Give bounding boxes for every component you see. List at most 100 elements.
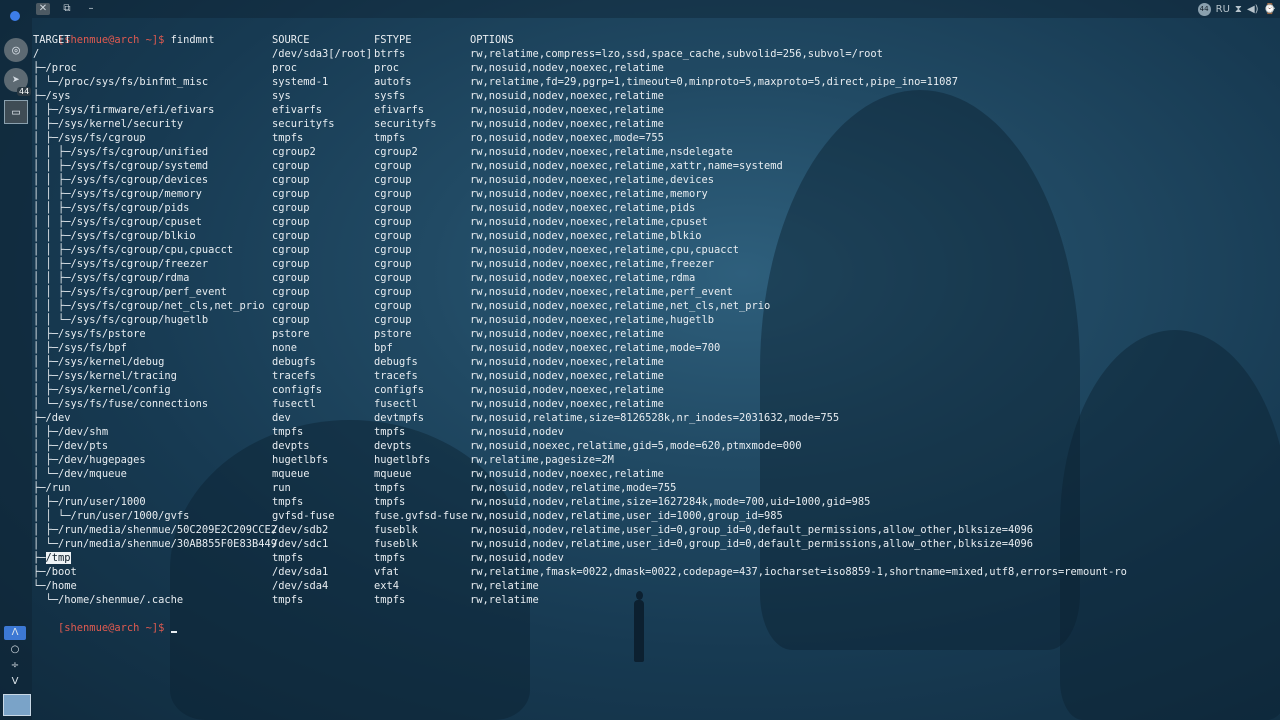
row-source: cgroup2 <box>272 146 316 158</box>
header-fstype: FSTYPE <box>374 34 412 46</box>
row-options: rw,nosuid,nodev,noexec,relatime,xattr,na… <box>470 160 783 172</box>
row-target: │ ├─/sys/kernel/tracing <box>33 370 177 382</box>
table-row: └─/home/shenmue/.cache tmpfs tmpfs rw,relat… <box>33 593 1273 607</box>
terminal-app-icon[interactable]: ▭ <box>4 100 28 124</box>
row-fstype: autofs <box>374 76 412 88</box>
row-options: rw,nosuid,nodev,relatime,user_id=0,group… <box>470 524 1034 536</box>
terminal-output[interactable]: [shenmue@arch ~]$ findmnt TARGET SOURCE … <box>33 19 1273 634</box>
final-prompt-line[interactable]: [shenmue@arch ~]$ <box>33 607 1273 634</box>
language-indicator[interactable]: RU <box>1216 4 1230 15</box>
row-options: rw,nosuid,nodev,relatime,user_id=1000,gr… <box>470 510 783 522</box>
row-fstype: cgroup <box>374 160 412 172</box>
row-target: │ │ ├─/sys/fs/cgroup/pids <box>33 202 190 214</box>
row-fstype: tmpfs <box>374 482 406 494</box>
row-target: │ └─/sys/fs/fuse/connections <box>33 398 209 410</box>
system-tray: 44 RU ⧗ ◀) ⌚ <box>1197 0 1280 18</box>
row-target: ├─/dev <box>33 412 71 424</box>
table-row: │ └─/dev/mqueue mqueue mqueue rw,nosuid,nod… <box>33 467 1273 481</box>
row-source: /dev/sdc1 <box>272 538 329 550</box>
row-target: │ │ ├─/sys/fs/cgroup/freezer <box>33 258 209 270</box>
desktop-preview[interactable] <box>3 694 31 716</box>
row-fstype: devtmpfs <box>374 412 425 424</box>
row-source: cgroup <box>272 174 310 186</box>
minimize-icon[interactable]: – <box>84 3 98 15</box>
row-source: cgroup <box>272 202 310 214</box>
table-row: │ └─/run/media/shenmue/30AB855F0E83B449/… <box>33 537 1273 551</box>
row-fstype: fuseblk <box>374 538 418 550</box>
row-source: /dev/sda4 <box>272 580 329 592</box>
row-fstype: cgroup <box>374 272 412 284</box>
table-header: TARGET SOURCE FSTYPE OPTIONS <box>33 33 1273 47</box>
table-row: │ │ ├─/sys/fs/cgroup/blkio cgroup cgroup rw… <box>33 229 1273 243</box>
row-fstype: fusectl <box>374 398 418 410</box>
table-row: │ │ ├─/sys/fs/cgroup/pids cgroup cgroup rw,… <box>33 201 1273 215</box>
header-options: OPTIONS <box>470 34 514 46</box>
row-options: rw,nosuid,nodev,noexec,relatime,cpu,cpua… <box>470 244 739 256</box>
row-source: hugetlbfs <box>272 454 329 466</box>
row-options: rw,nosuid,nodev,noexec,relatime <box>470 398 664 410</box>
row-fstype: cgroup <box>374 286 412 298</box>
row-target: │ ├─/dev/pts <box>33 440 109 452</box>
table-row: │ │ ├─/sys/fs/cgroup/devices cgroup cgroup… <box>33 173 1273 187</box>
row-options: rw,nosuid,nodev,noexec,relatime,cpuset <box>470 216 708 228</box>
row-fstype: ext4 <box>374 580 400 592</box>
volume-icon[interactable]: ◀) <box>1247 4 1259 15</box>
row-fstype: vfat <box>374 566 400 578</box>
row-target: ├─/proc <box>33 62 77 74</box>
row-target: │ │ ├─/sys/fs/cgroup/systemd <box>33 160 209 172</box>
table-row: │ │ └─/sys/fs/cgroup/hugetlb cgroup cgroup… <box>33 313 1273 327</box>
row-options: rw,nosuid,nodev,relatime,user_id=0,group… <box>470 538 1034 550</box>
clock-icon[interactable]: ⌚ <box>1264 4 1276 15</box>
row-fstype: efivarfs <box>374 104 425 116</box>
row-options: rw,nosuid,nodev,noexec,relatime,net_cls,… <box>470 300 771 312</box>
menu-dot-icon[interactable] <box>10 11 20 21</box>
row-target: │ ├─/run/user/1000 <box>33 496 146 508</box>
row-fstype: cgroup <box>374 174 412 186</box>
scroll-up-icon[interactable]: Λ <box>4 626 26 640</box>
scroll-down-icon[interactable]: V <box>4 676 26 687</box>
row-target: │ │ └─/sys/fs/cgroup/hugetlb <box>33 314 209 326</box>
table-row: ├─/boot/dev/sda1 vfat rw,relatime,fmask=00… <box>33 565 1273 579</box>
row-options: rw,nosuid,nodev,noexec,relatime,pids <box>470 202 696 214</box>
row-fstype: tmpfs <box>374 132 406 144</box>
row-source: tracefs <box>272 370 316 382</box>
table-row: │ │ ├─/sys/fs/cgroup/rdma cgroup cgroup rw,… <box>33 271 1273 285</box>
table-row: │ └─/sys/fs/fuse/connections fusectl fusec… <box>33 397 1273 411</box>
row-options: ro,nosuid,nodev,noexec,mode=755 <box>470 132 664 144</box>
row-options: rw,nosuid,nodev,noexec,relatime <box>470 62 664 74</box>
split-icon[interactable]: ÷ <box>4 660 26 671</box>
table-row: │ │ ├─/sys/fs/cgroup/memory cgroup cgroup r… <box>33 187 1273 201</box>
tray-badge[interactable]: 44 <box>1197 2 1211 16</box>
table-row: │ │ ├─/sys/fs/cgroup/cpu,cpuacct cgroup cg… <box>33 243 1273 257</box>
row-target: │ │ ├─/sys/fs/cgroup/memory <box>33 188 202 200</box>
row-target: ├─/boot <box>33 566 77 578</box>
row-options: rw,relatime <box>470 594 539 606</box>
row-options: rw,nosuid,nodev,noexec,relatime,blkio <box>470 230 702 242</box>
row-fstype: hugetlbfs <box>374 454 431 466</box>
row-fstype: cgroup <box>374 216 412 228</box>
left-dock: ◎ ➤ 44 ▭ Λ ○ ÷ V <box>0 0 32 720</box>
row-source: cgroup <box>272 244 310 256</box>
close-icon[interactable]: ✕ <box>36 3 50 15</box>
table-row: │ │ ├─/sys/fs/cgroup/freezer cgroup cgroup… <box>33 257 1273 271</box>
table-row: │ ├─/sys/fs/cgroup tmpfs tmpfs ro,nosuid,no… <box>33 131 1273 145</box>
row-fstype: cgroup <box>374 258 412 270</box>
row-source: tmpfs <box>272 426 304 438</box>
float-window-icon[interactable]: ⧉ <box>60 3 74 15</box>
row-options: rw,nosuid,nodev,noexec,relatime <box>470 468 664 480</box>
table-row: / /dev/sda3[/root] btrfs rw,relatime,compre… <box>33 47 1273 61</box>
table-row: │ ├─/sys/kernel/security securityfs securi… <box>33 117 1273 131</box>
table-row: │ ├─/sys/fs/bpf none bpf rw,nosuid,nodev,no… <box>33 341 1273 355</box>
row-fstype: debugfs <box>374 356 418 368</box>
browser-app-icon[interactable]: ◎ <box>4 38 28 62</box>
network-icon[interactable]: ⧗ <box>1235 4 1242 15</box>
row-source: pstore <box>272 328 310 340</box>
row-target: │ │ ├─/sys/fs/cgroup/net_cls,net_prio <box>33 300 265 312</box>
table-row: │ ├─/dev/hugepages hugetlbfs hugetlbfs rw,r… <box>33 453 1273 467</box>
row-source: sys <box>272 90 291 102</box>
row-options: rw,relatime,compress=lzo,ssd,space_cache… <box>470 48 883 60</box>
row-fstype: cgroup2 <box>374 146 418 158</box>
circle-icon[interactable]: ○ <box>4 644 26 655</box>
row-options: rw,nosuid,nodev,noexec,relatime,perf_eve… <box>470 286 733 298</box>
row-options: rw,nosuid,nodev,noexec,relatime <box>470 370 664 382</box>
